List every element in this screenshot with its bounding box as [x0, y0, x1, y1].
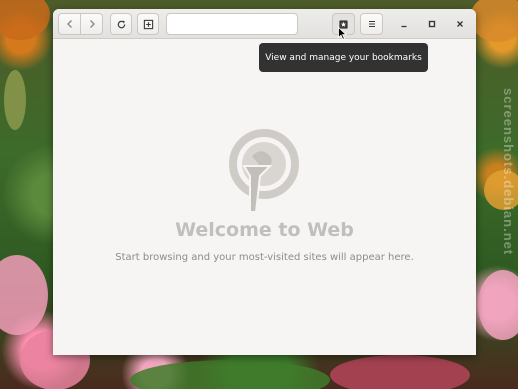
chevron-right-icon [89, 20, 95, 28]
navigation-buttons [58, 13, 104, 35]
welcome-subtitle: Start browsing and your most-visited sit… [115, 252, 414, 263]
new-tab-button[interactable] [137, 13, 159, 35]
reload-button[interactable] [110, 13, 132, 35]
mouse-pointer-icon [338, 27, 347, 40]
forward-button[interactable] [80, 13, 103, 35]
header-bar [53, 9, 476, 39]
bookmarks-tooltip: View and manage your bookmarks [259, 43, 428, 72]
watermark-text: screenshots.debian.net [501, 88, 516, 256]
new-tab-icon [143, 19, 153, 29]
maximize-button[interactable] [423, 15, 441, 33]
minimize-button[interactable] [395, 15, 413, 33]
menu-button[interactable] [360, 13, 383, 35]
welcome-title: Welcome to Web [175, 219, 354, 241]
close-button[interactable] [451, 15, 469, 33]
address-bar-input[interactable] [166, 13, 298, 35]
maximize-icon [428, 20, 436, 28]
epiphany-web-logo [229, 129, 299, 212]
close-icon [457, 21, 463, 27]
minimize-icon [401, 25, 407, 28]
reload-icon [117, 19, 125, 28]
back-button[interactable] [58, 13, 81, 35]
chevron-left-icon [66, 20, 72, 28]
hamburger-menu-icon [368, 20, 375, 28]
